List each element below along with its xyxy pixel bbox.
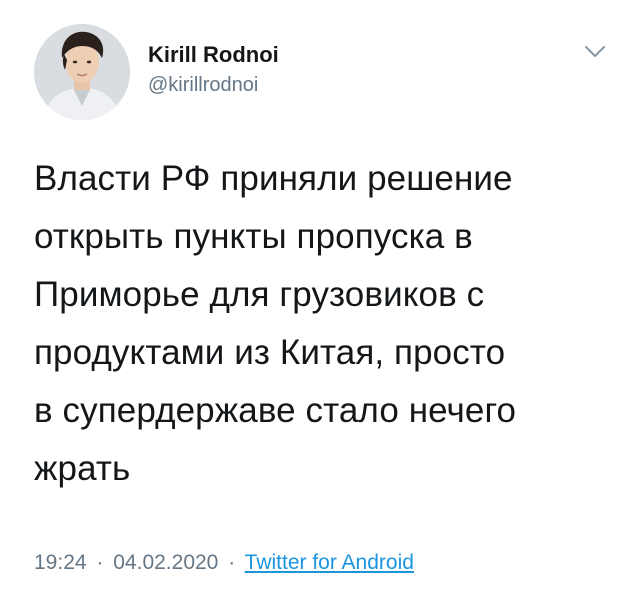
tweet-text-line: жрать	[34, 449, 131, 488]
tweet-text-line: Приморье для грузовиков с	[34, 275, 485, 314]
author-handle[interactable]: @kirillrodnoi	[148, 72, 279, 98]
tweet-text-line: открыть пункты пропуска в	[34, 217, 473, 256]
meta-separator: ·	[96, 551, 104, 574]
tweet-text-line: Власти РФ приняли решение	[34, 159, 513, 198]
tweet-date: 04.02.2020	[113, 551, 219, 574]
chevron-down-icon[interactable]	[584, 44, 606, 60]
tweet-text-line: в супердержаве стало нечего	[34, 391, 517, 430]
meta-separator: ·	[228, 551, 236, 574]
author-names: Kirill Rodnoi @kirillrodnoi	[148, 42, 279, 98]
avatar-image	[34, 24, 130, 120]
tweet-time: 19:24	[34, 551, 87, 574]
tweet-meta: 19:24 · 04.02.2020 · Twitter for Android	[34, 548, 414, 578]
author-name[interactable]: Kirill Rodnoi	[148, 42, 279, 68]
tweet-text: Власти РФ приняли решение открыть пункты…	[34, 150, 606, 498]
tweet-source-link[interactable]: Twitter for Android	[245, 551, 414, 574]
tweet-header: Kirill Rodnoi @kirillrodnoi	[34, 24, 614, 124]
tweet-card: Kirill Rodnoi @kirillrodnoi Власти РФ пр…	[0, 0, 640, 602]
avatar[interactable]	[34, 24, 130, 120]
tweet-text-line: продуктами из Китая, просто	[34, 333, 506, 372]
